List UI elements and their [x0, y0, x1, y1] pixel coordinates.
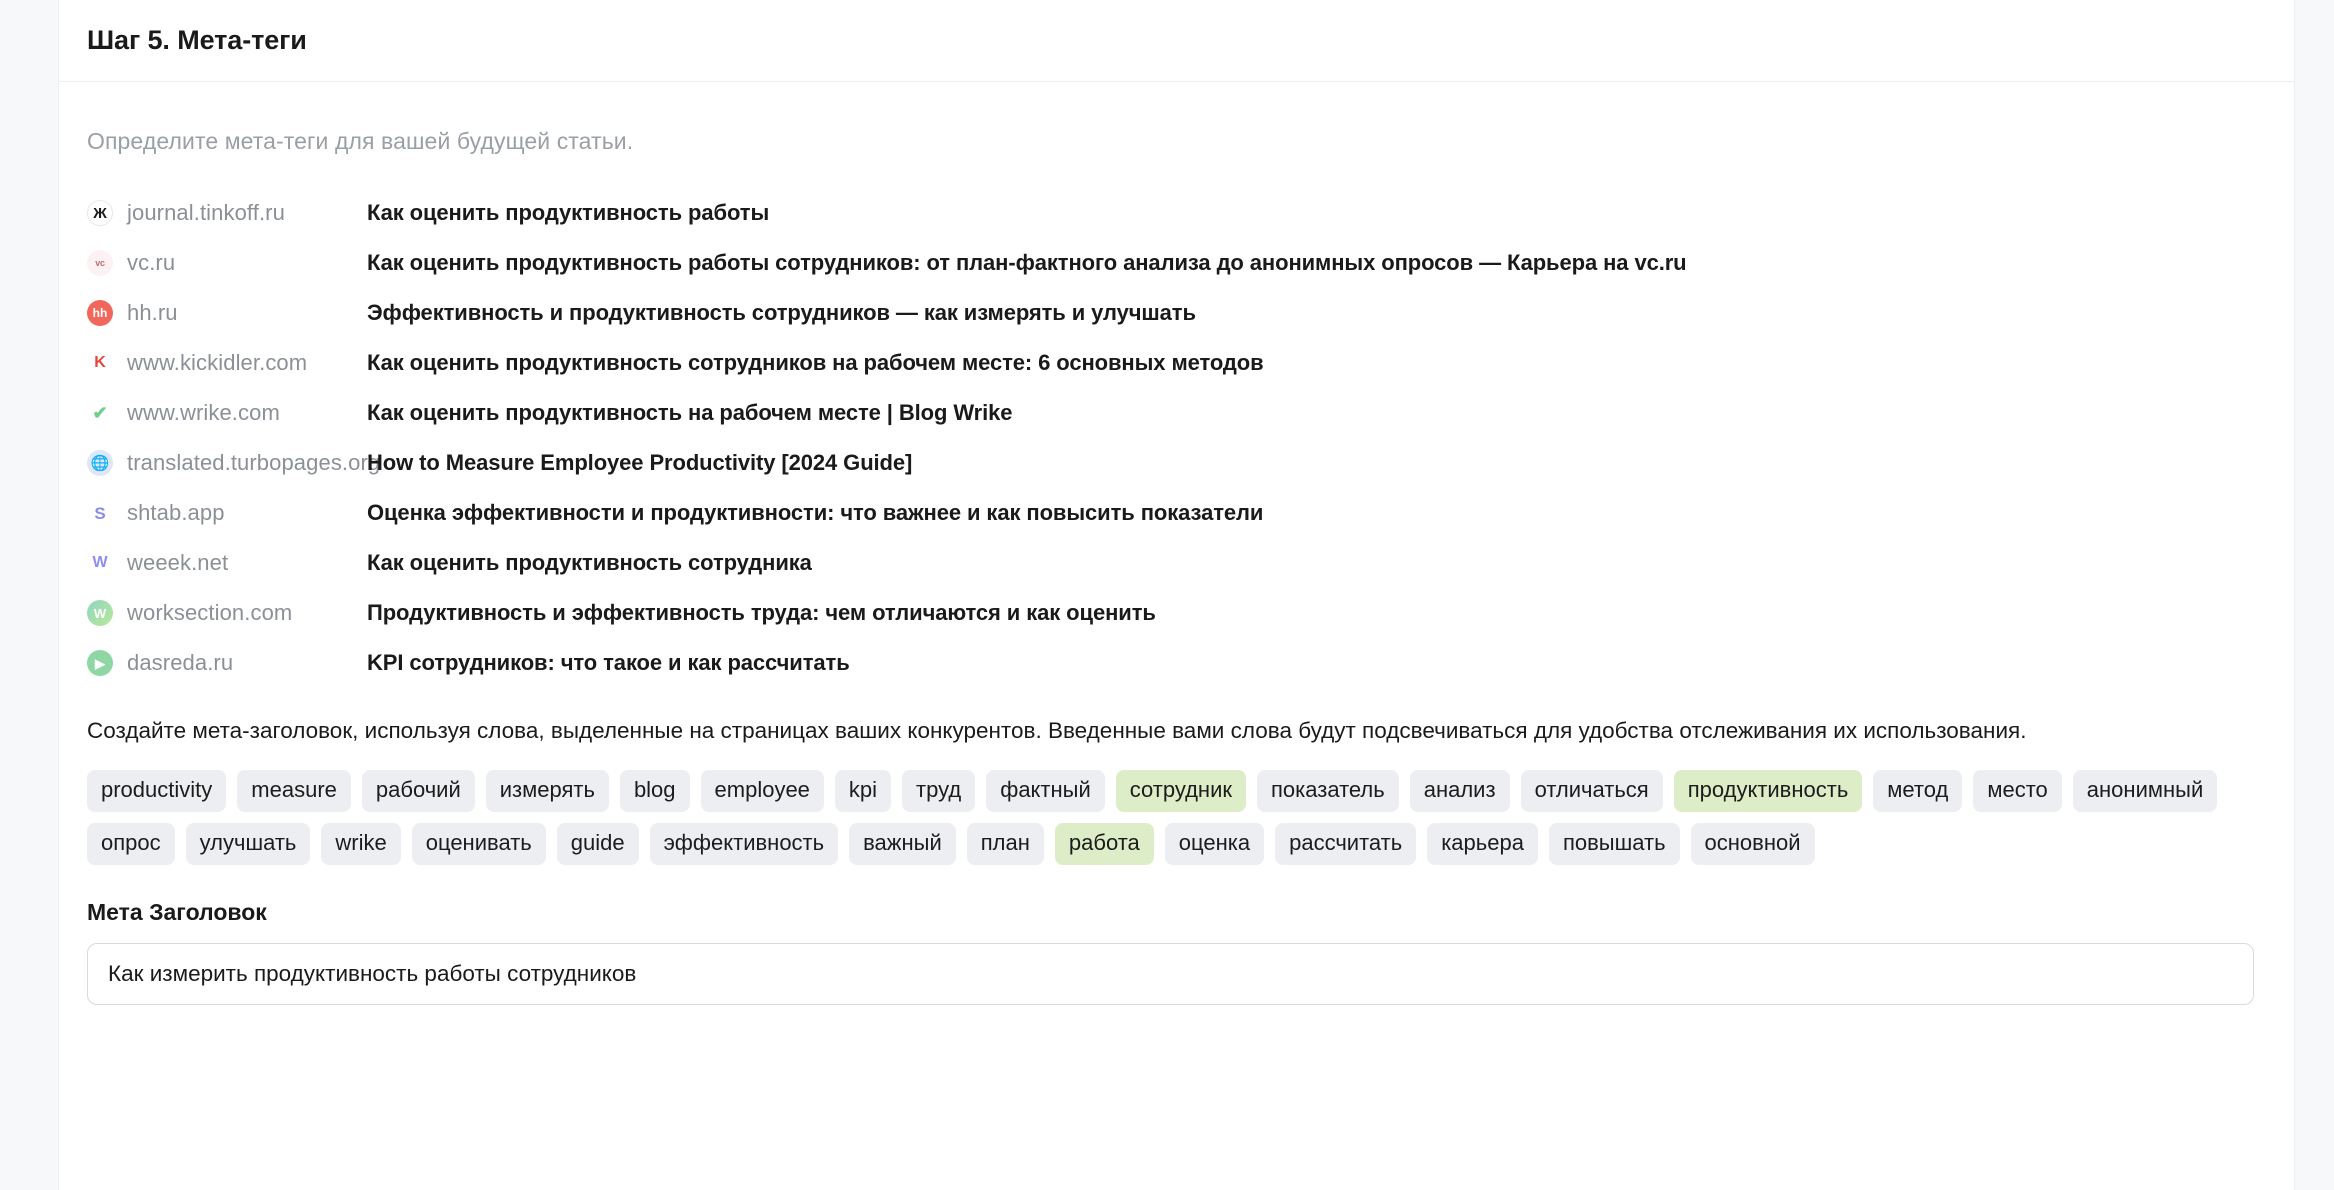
- competitor-domain-label: hh.ru: [127, 300, 178, 326]
- weeek-favicon: W: [87, 550, 113, 576]
- competitor-title: Как оценить продуктивность сотрудников н…: [367, 350, 1264, 376]
- keyword-chip[interactable]: blog: [620, 770, 690, 812]
- competitor-row[interactable]: ▶ dasreda.ru KPI сотрудников: что такое и …: [87, 638, 2266, 688]
- vcru-favicon: vc: [87, 250, 113, 276]
- keyword-chip[interactable]: рассчитать: [1275, 823, 1416, 865]
- competitor-domain-cell: Жjournal.tinkoff.ru: [87, 200, 367, 226]
- competitor-row[interactable]: vc vc.ru Как оценить продуктивность работы…: [87, 238, 2266, 288]
- keyword-chip-highlighted[interactable]: продуктивность: [1674, 770, 1863, 812]
- competitor-row[interactable]: 🌐translated.turbopages.orgHow to Measure…: [87, 438, 2266, 488]
- competitor-domain-label: www.kickidler.com: [127, 350, 307, 376]
- wrike-favicon: ✔: [87, 400, 113, 426]
- shtab-favicon: S: [87, 500, 113, 526]
- competitor-domain-cell: Kwww.kickidler.com: [87, 350, 367, 376]
- dasreda-favicon: ▶: [87, 650, 113, 676]
- competitor-title: Оценка эффективности и продуктивности: ч…: [367, 500, 1263, 526]
- competitor-title: Как оценить продуктивность работы: [367, 200, 769, 226]
- competitor-row[interactable]: Wworksection.comПродуктивность и эффекти…: [87, 588, 2266, 638]
- competitor-row[interactable]: Жjournal.tinkoff.ruКак оценить продуктив…: [87, 188, 2266, 238]
- competitor-domain-label: worksection.com: [127, 600, 292, 626]
- keyword-chip[interactable]: отличаться: [1521, 770, 1663, 812]
- keyword-chip[interactable]: measure: [237, 770, 351, 812]
- keyword-chip[interactable]: анализ: [1410, 770, 1510, 812]
- card-header: Шаг 5. Мета-теги: [59, 0, 2294, 82]
- keyword-chip[interactable]: место: [1973, 770, 2061, 812]
- competitor-domain-label: shtab.app: [127, 500, 225, 526]
- competitor-domain-cell: 🌐translated.turbopages.org: [87, 450, 367, 476]
- competitor-domain-label: journal.tinkoff.ru: [127, 200, 285, 226]
- kickidler-favicon: K: [87, 350, 113, 376]
- keyword-chip[interactable]: productivity: [87, 770, 226, 812]
- competitor-row[interactable]: hh hh.ru Эффективность и продуктивность со…: [87, 288, 2266, 338]
- meta-title-label: Мета Заголовок: [87, 899, 2266, 926]
- competitor-domain-cell: hh hh.ru: [87, 300, 367, 326]
- worksection-favicon: W: [87, 600, 113, 626]
- competitor-domain-label: weeek.net: [127, 550, 228, 576]
- keyword-chip[interactable]: план: [967, 823, 1044, 865]
- keyword-chip[interactable]: показатель: [1257, 770, 1399, 812]
- competitor-domain-cell: ▶ dasreda.ru: [87, 650, 367, 676]
- keyword-chip-highlighted[interactable]: работа: [1055, 823, 1154, 865]
- hhru-favicon: hh: [87, 300, 113, 326]
- keyword-chip[interactable]: важный: [849, 823, 956, 865]
- competitor-title: Как оценить продуктивность сотрудника: [367, 550, 812, 576]
- competitor-row[interactable]: Sshtab.appОценка эффективности и продукт…: [87, 488, 2266, 538]
- competitor-row[interactable]: Kwww.kickidler.comКак оценить продуктивн…: [87, 338, 2266, 388]
- competitor-domain-label: dasreda.ru: [127, 650, 233, 676]
- keyword-chip[interactable]: улучшать: [186, 823, 311, 865]
- keyword-chip[interactable]: wrike: [321, 823, 400, 865]
- competitor-title: How to Measure Employee Productivity [20…: [367, 450, 912, 476]
- keyword-chip[interactable]: метод: [1873, 770, 1962, 812]
- competitor-domain-cell: Wworksection.com: [87, 600, 367, 626]
- tinkoff-favicon: Ж: [87, 200, 113, 226]
- instructions-text: Создайте мета-заголовок, используя слова…: [87, 714, 2207, 748]
- keyword-chip[interactable]: анонимный: [2073, 770, 2217, 812]
- keyword-chip[interactable]: труд: [902, 770, 975, 812]
- competitor-title: Как оценить продуктивность работы сотруд…: [367, 250, 1687, 276]
- competitor-title: Как оценить продуктивность на рабочем ме…: [367, 400, 1012, 426]
- keyword-chip[interactable]: kpi: [835, 770, 891, 812]
- competitor-row[interactable]: Wweeek.netКак оценить продуктивность сот…: [87, 538, 2266, 588]
- meta-title-input[interactable]: [87, 943, 2254, 1005]
- keyword-chip[interactable]: фактный: [986, 770, 1105, 812]
- competitor-domain-cell: Wweeek.net: [87, 550, 367, 576]
- competitor-domain-cell: ✔ www.wrike.com: [87, 400, 367, 426]
- competitor-domain-cell: vc vc.ru: [87, 250, 367, 276]
- competitor-domain-label: www.wrike.com: [127, 400, 280, 426]
- competitor-title: Продуктивность и эффективность труда: че…: [367, 600, 1156, 626]
- meta-tags-card: Шаг 5. Мета-теги Определите мета-теги дл…: [58, 0, 2295, 1190]
- keyword-chip[interactable]: карьера: [1427, 823, 1538, 865]
- competitor-title: KPI сотрудников: что такое и как рассчит…: [367, 650, 850, 676]
- competitor-domain-cell: Sshtab.app: [87, 500, 367, 526]
- keyword-chip[interactable]: измерять: [486, 770, 609, 812]
- keyword-chip[interactable]: оценка: [1165, 823, 1264, 865]
- page-root: Шаг 5. Мета-теги Определите мета-теги дл…: [0, 0, 2334, 1190]
- competitor-list: Жjournal.tinkoff.ruКак оценить продуктив…: [87, 188, 2266, 688]
- keyword-chip[interactable]: оценивать: [412, 823, 546, 865]
- competitor-domain-label: vc.ru: [127, 250, 175, 276]
- card-body: Определите мета-теги для вашей будущей с…: [59, 82, 2294, 1005]
- keyword-chip[interactable]: основной: [1691, 823, 1815, 865]
- keyword-chip[interactable]: guide: [557, 823, 639, 865]
- globe-favicon: 🌐: [87, 450, 113, 476]
- competitor-domain-label: translated.turbopages.org: [127, 450, 380, 476]
- card-subtitle: Определите мета-теги для вашей будущей с…: [87, 128, 2266, 155]
- keyword-chip[interactable]: повышать: [1549, 823, 1680, 865]
- keyword-chip[interactable]: рабочий: [362, 770, 475, 812]
- competitor-row[interactable]: ✔ www.wrike.com Как оценить продуктивность…: [87, 388, 2266, 438]
- page-title: Шаг 5. Мета-теги: [87, 25, 307, 56]
- competitor-title: Эффективность и продуктивность сотрудник…: [367, 300, 1196, 326]
- keyword-chip[interactable]: employee: [701, 770, 824, 812]
- keyword-chip-highlighted[interactable]: сотрудник: [1116, 770, 1246, 812]
- keyword-chip[interactable]: опрос: [87, 823, 175, 865]
- keyword-chip-list: productivity measure рабочий измерять blogem…: [87, 770, 2247, 865]
- keyword-chip[interactable]: эффективность: [650, 823, 839, 865]
